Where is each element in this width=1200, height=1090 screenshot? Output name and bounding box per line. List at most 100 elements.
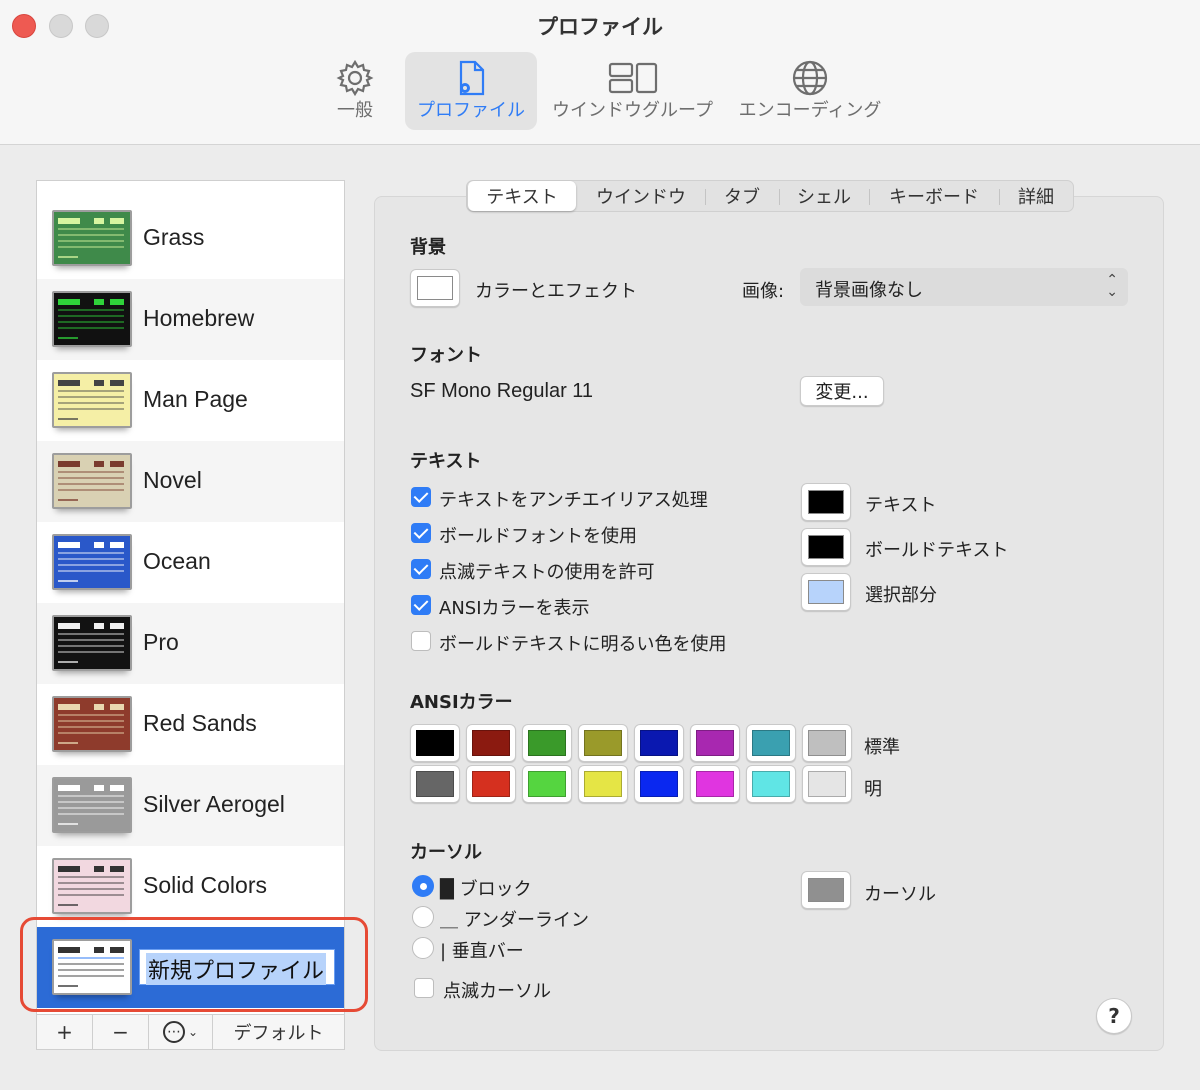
tab-shell[interactable]: シェル [781,181,867,211]
tab-text[interactable]: テキスト [468,181,576,211]
cursor-bar-radio[interactable] [412,937,434,959]
selection-color-label: 選択部分 [865,585,937,606]
ansi-bright-color-well[interactable] [466,765,516,803]
gear-icon [336,59,374,97]
profile-row-partial[interactable] [37,181,344,198]
ansi-normal-color-well[interactable] [634,724,684,762]
tab-advanced[interactable]: 詳細 [1001,181,1071,211]
window-group-icon [608,62,657,94]
toolbar-general-label: 一般 [337,100,373,121]
blink-cursor-checkbox[interactable] [414,978,434,998]
profile-row[interactable]: Red Sands [37,684,344,765]
toolbar-encodings[interactable]: エンコーディング [730,52,890,130]
profile-row[interactable]: Pro [37,603,344,684]
ansi-bright-color-well[interactable] [578,765,628,803]
profile-thumbnail [52,858,132,914]
profile-doc-icon [459,60,485,96]
ansi-normal-color-well[interactable] [466,724,516,762]
ansi-bright-color-well[interactable] [690,765,740,803]
profile-thumbnail [52,696,132,752]
toolbar-profiles[interactable]: プロファイル [405,52,537,130]
change-font-button[interactable]: 変更... [800,376,884,406]
tab-window[interactable]: ウインドウ [579,181,703,211]
toolbar: プロファイル 一般 プロファイル ウインドウグループ エンコーディング [0,0,1200,145]
globe-icon [792,60,828,96]
remove-profile-button[interactable]: − [93,1015,149,1049]
antialias-checkbox[interactable] [411,487,431,507]
profile-row[interactable]: Man Page [37,360,344,441]
ansi-color-swatch [696,730,734,756]
background-color-well[interactable] [410,269,460,307]
tab-tab[interactable]: タブ [707,181,777,211]
toolbar-encodings-label: エンコーディング [738,100,882,121]
profile-row[interactable]: Novel [37,441,344,522]
ansi-normal-color-well[interactable] [522,724,572,762]
ansi-bright-color-well[interactable] [410,765,460,803]
tab-separator [999,189,1000,205]
tab-separator [779,189,780,205]
more-actions-button[interactable]: ⋯ ⌄ [149,1015,213,1049]
background-image-label: 画像: [742,281,785,302]
blink-text-checkbox[interactable] [411,559,431,579]
profile-name: Ocean [143,548,211,574]
profile-list[interactable]: Grass Homebrew Man Page Novel Ocean Pro Red Sa… [36,180,345,1016]
profile-thumbnail [52,777,132,833]
tab-keyboard[interactable]: キーボード [871,181,997,211]
toolbar-window-groups-label: ウインドウグループ [552,100,713,121]
bold-text-color-swatch [808,535,844,559]
ansi-bright-color-well[interactable] [634,765,684,803]
updown-chevron-icon: ⌃ ⌄ [1106,272,1118,300]
cursor-block-radio[interactable] [412,875,434,897]
cursor-bar-label: | 垂直バー [440,941,524,962]
cursor-underline-radio[interactable] [412,906,434,928]
profile-name: Silver Aerogel [143,791,285,817]
blink-cursor-label: 点滅カーソル [443,981,551,1002]
cursor-heading: カーソル [410,842,482,863]
profile-thumbnail [52,534,132,590]
ansi-color-swatch [584,771,622,797]
ansi-normal-color-well[interactable] [578,724,628,762]
text-color-well[interactable] [801,483,851,521]
text-color-label: テキスト [865,495,937,516]
profile-name: Grass [143,224,205,250]
bold-text-color-well[interactable] [801,528,851,566]
profile-name: Novel [143,467,202,493]
bright-bold-label: ボールドテキストに明るい色を使用 [439,634,727,655]
ansi-normal-color-well[interactable] [690,724,740,762]
profile-row[interactable]: Ocean [37,522,344,603]
ansi-normal-color-well[interactable] [410,724,460,762]
profile-thumbnail [52,453,132,509]
ansi-color-swatch [472,730,510,756]
ansi-bright-color-well[interactable] [746,765,796,803]
chevron-down-icon: ⌄ [187,1025,199,1039]
profile-row[interactable]: Grass [37,198,344,279]
bright-bold-checkbox[interactable] [411,631,431,651]
toolbar-window-groups[interactable]: ウインドウグループ [545,52,720,130]
ansi-color-swatch [640,771,678,797]
profile-name: Pro [143,629,179,655]
add-profile-button[interactable]: + [37,1015,93,1049]
help-button[interactable]: ? [1096,998,1132,1034]
profile-row[interactable]: Solid Colors [37,846,344,927]
background-heading: 背景 [410,237,446,258]
bold-font-checkbox[interactable] [411,523,431,543]
profile-row[interactable]: Homebrew [37,279,344,360]
ansi-bright-label: 明 [864,779,882,800]
window-title: プロファイル [537,15,663,39]
ansi-bright-color-well[interactable] [802,765,852,803]
toolbar-general[interactable]: 一般 [305,52,405,130]
ansi-colors-checkbox[interactable] [411,595,431,615]
set-default-button[interactable]: デフォルト [213,1015,344,1049]
background-image-select[interactable]: 背景画像なし ⌃ ⌄ [800,268,1128,306]
ansi-normal-color-well[interactable] [746,724,796,762]
ansi-bright-color-well[interactable] [522,765,572,803]
ansi-normal-color-well[interactable] [802,724,852,762]
highlight-annotation [20,917,368,1012]
font-heading: フォント [410,345,482,366]
ansi-color-swatch [752,730,790,756]
profile-row[interactable]: Silver Aerogel [37,765,344,846]
cursor-color-well[interactable] [801,871,851,909]
antialias-label: テキストをアンチエイリアス処理 [439,490,708,511]
selection-color-well[interactable] [801,573,851,611]
profile-name: Homebrew [143,305,255,331]
